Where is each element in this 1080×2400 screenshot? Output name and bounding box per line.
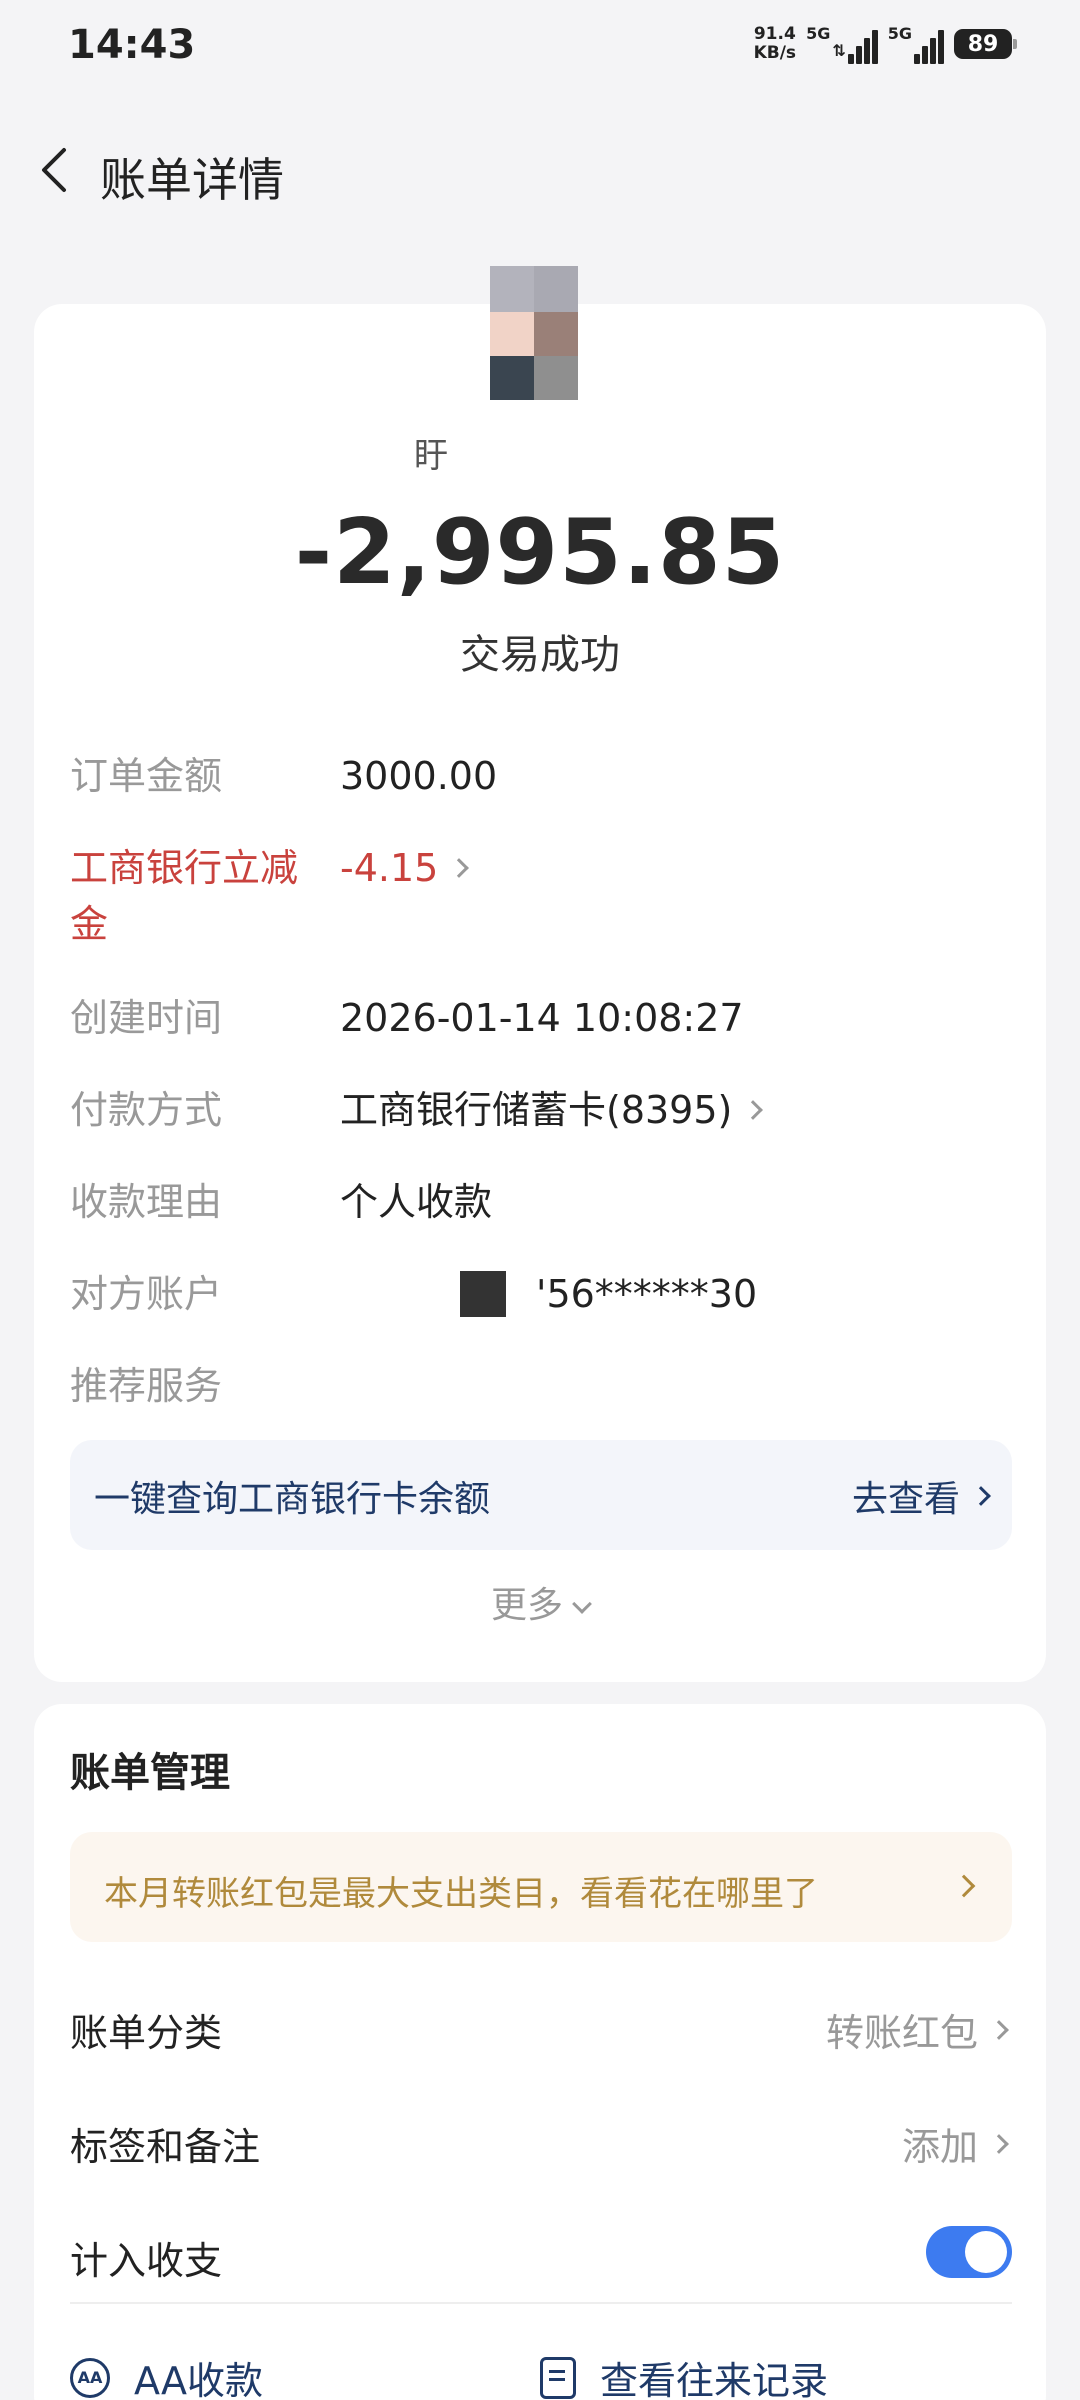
spending-tip-banner[interactable]: 本月转账红包是最大支出类目，看看花在哪里了 <box>70 1832 1012 1942</box>
detail-label: 推荐服务 <box>70 1364 223 1408</box>
section-title: 账单管理 <box>70 1750 230 1796</box>
detail-value: 个人收款 <box>340 1180 493 1224</box>
service-go-link[interactable]: 去查看 <box>852 1470 991 1522</box>
aa-icon: AA <box>70 2357 110 2398</box>
bill-category-row[interactable]: 账单分类 转账红包 <box>70 1996 1012 2066</box>
detail-label: 收款理由 <box>70 1180 223 1224</box>
page-title: 账单详情 <box>100 153 284 207</box>
chevron-right-icon <box>989 2133 1009 2154</box>
service-text: 一键查询工商银行卡余额 <box>94 1479 491 1520</box>
detail-label: 订单金额 <box>70 754 223 798</box>
chevron-right-icon <box>989 2019 1009 2040</box>
records-icon <box>540 2356 576 2399</box>
row-label: 账单分类 <box>70 2011 223 2055</box>
detail-label: 对方账户 <box>70 1272 223 1316</box>
chevron-right-icon <box>743 1100 764 1120</box>
status-time: 14:43 <box>68 22 196 68</box>
transaction-amount: -2,995.85 <box>294 500 786 605</box>
include-in-stats-row: 计入收支 <box>70 2224 1012 2294</box>
chevron-down-icon <box>572 1594 592 1614</box>
detail-label: 付款方式 <box>70 1088 223 1132</box>
divider <box>70 2302 1012 2304</box>
detail-label: 创建时间 <box>70 996 223 1040</box>
chevron-right-icon <box>971 1486 991 1506</box>
tip-text: 本月转账红包是最大支出类目，看看花在哪里了 <box>104 1874 818 1914</box>
balance-query-service[interactable]: 一键查询工商银行卡余额 去查看 <box>70 1440 1012 1550</box>
chevron-right-icon <box>449 858 470 878</box>
chevron-right-icon <box>952 1874 976 1898</box>
signal-icon: 5G ⇅ <box>806 24 878 64</box>
battery-icon: 89 <box>954 29 1017 59</box>
more-toggle[interactable]: 更多 <box>0 1576 1080 1628</box>
tags-notes-row[interactable]: 标签和备注 添加 <box>70 2110 1012 2180</box>
nav-bar: 账单详情 <box>0 120 1080 220</box>
network-speed: 91.4 KB/s <box>753 24 797 63</box>
status-icons: 91.4 KB/s 5G ⇅ 5G 89 <box>753 22 1017 66</box>
transaction-status: 交易成功 <box>460 632 620 678</box>
aa-collect-button[interactable]: AA AA收款 <box>70 2350 263 2400</box>
signal-icon-2: 5G <box>888 24 944 64</box>
payee-name: 盱 <box>414 436 448 476</box>
detail-value[interactable]: 工商银行储蓄卡(8395) <box>340 1082 764 1138</box>
status-bar: 14:43 91.4 KB/s 5G ⇅ 5G 89 <box>0 0 1080 90</box>
redaction-mask <box>460 1271 506 1317</box>
row-label: 标签和备注 <box>70 2125 261 2169</box>
row-value[interactable]: 转账红包 <box>826 2002 1009 2057</box>
detail-label: 工商银行立减金 <box>70 846 299 946</box>
back-arrow-icon[interactable] <box>30 142 86 198</box>
detail-value: 2026-01-14 10:08:27 <box>340 996 744 1040</box>
data-arrows-icon: ⇅ <box>832 40 846 60</box>
row-label: 计入收支 <box>70 2239 223 2283</box>
view-records-button[interactable]: 查看往来记录 <box>540 2350 828 2400</box>
detail-value: '56******30 <box>340 1266 757 1322</box>
bottom-actions: AA AA收款 查看往来记录 <box>70 2350 1012 2400</box>
avatar <box>490 266 578 400</box>
row-value[interactable]: 添加 <box>902 2116 1009 2171</box>
include-in-stats-toggle[interactable] <box>926 2226 1012 2278</box>
detail-value: 3000.00 <box>340 754 498 798</box>
detail-value[interactable]: -4.15 <box>340 840 470 896</box>
